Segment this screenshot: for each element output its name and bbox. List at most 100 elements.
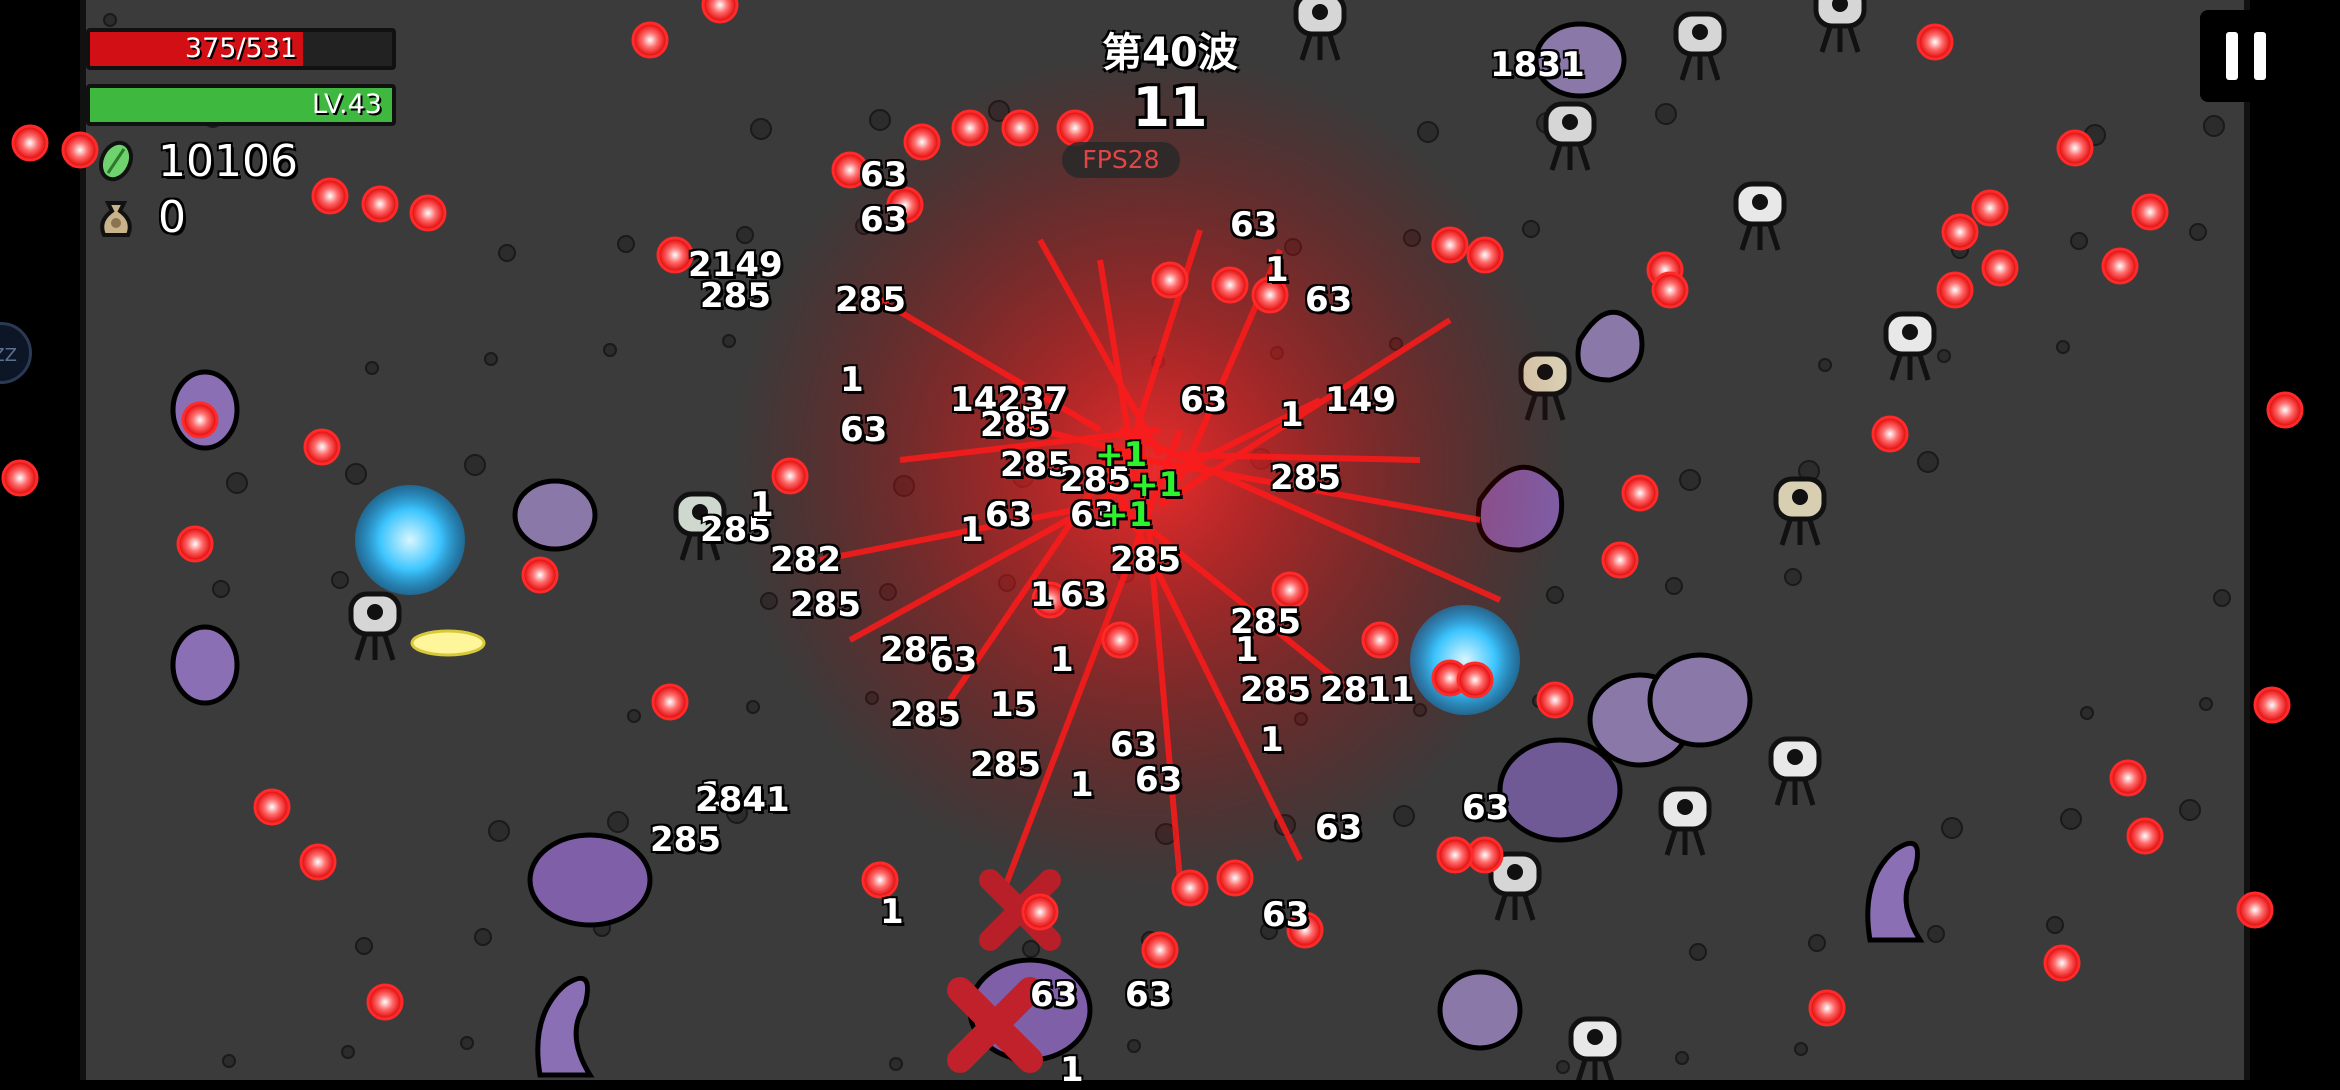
ground-debris-piece (2213, 589, 2231, 607)
damage-number: 1 (750, 485, 774, 525)
robot-walker-enemy (1568, 1016, 1622, 1080)
red-bullet (366, 983, 404, 1021)
red-bullet (1211, 266, 1249, 304)
red-bullet (361, 185, 399, 223)
pause-button[interactable] (2200, 10, 2292, 102)
damage-number: 282 (770, 540, 841, 580)
ground-debris-piece (1927, 925, 1945, 943)
red-bullet (903, 123, 941, 161)
red-bullet (1021, 893, 1059, 931)
damage-number: 15 (990, 685, 1038, 725)
red-bullet (2101, 247, 2139, 285)
robot-walker-enemy (1883, 311, 1937, 381)
red-bullet (1808, 989, 1846, 1027)
ground-debris-piece (460, 1036, 474, 1050)
red-bullet (1981, 249, 2019, 287)
red-bullet (311, 177, 349, 215)
red-bullet (2056, 129, 2094, 167)
red-bullet (1151, 261, 1189, 299)
heal-number: +1 (1100, 495, 1153, 535)
ground-debris-piece (1784, 568, 1802, 586)
purple-tentacle-enemy (1865, 840, 1925, 943)
red-bullet (2266, 391, 2304, 429)
xp-bar: LV.43 (86, 84, 396, 126)
robot-walker-enemy (1773, 476, 1827, 546)
currency-counter: 10106 (94, 136, 298, 187)
hp-bar: 375/531 (86, 28, 396, 70)
ground-debris-piece (1917, 451, 1939, 473)
damage-number: 63 (1125, 975, 1173, 1015)
damage-number: 63 (860, 155, 908, 195)
damage-number: 285 (700, 276, 771, 316)
ground-debris-piece (474, 928, 492, 946)
damage-number: 285 (835, 280, 906, 320)
damage-number: 1 (960, 510, 984, 550)
ground-debris-piece (2080, 706, 2094, 720)
purple-blob-enemy (512, 478, 598, 552)
damage-number: 63 (1262, 895, 1310, 935)
red-bullet (1141, 931, 1179, 969)
purple-blob-enemy (1647, 652, 1753, 748)
damage-number: 1 (1050, 640, 1074, 680)
ground-debris-piece (1127, 1039, 1141, 1053)
purple-blob-enemy (1437, 969, 1523, 1051)
red-bullet (1916, 23, 1954, 61)
red-bullet (1621, 474, 1659, 512)
ground-debris-piece (2056, 340, 2070, 354)
ground-debris-piece (1689, 943, 1707, 961)
ground-debris-piece (222, 1054, 236, 1068)
red-bullet (181, 401, 219, 439)
red-bullet (409, 194, 447, 232)
red-bullet (1001, 109, 1039, 147)
blue-energy-orb (1410, 605, 1520, 715)
damage-number: 1 (880, 892, 904, 932)
red-bullet (1456, 661, 1494, 699)
purple-tentacle-enemy (535, 975, 595, 1078)
ground-debris-piece (2070, 232, 2088, 250)
damage-number: 63 (860, 200, 908, 240)
red-bullet (2126, 817, 2164, 855)
purple-bird-enemy (1575, 309, 1645, 383)
damage-number: 63 (1230, 205, 1278, 245)
robot-walker-enemy (1813, 0, 1867, 53)
red-bullet (521, 556, 559, 594)
damage-number: 1 (840, 360, 864, 400)
red-bullet (253, 788, 291, 826)
pause-icon (2226, 32, 2238, 80)
robot-walker-enemy (1543, 101, 1597, 171)
ground-debris-piece (464, 454, 486, 476)
ground-debris-piece (869, 109, 891, 131)
red-bullet (1936, 271, 1974, 309)
robot-walker-enemy (348, 591, 402, 661)
ground-debris-piece (488, 820, 510, 842)
red-bullet (2109, 759, 2147, 797)
damage-number: 63 (1135, 760, 1183, 800)
ground-debris-piece (1675, 1051, 1689, 1065)
ground-debris-piece (498, 244, 516, 262)
red-bullet (656, 236, 694, 274)
red-bullet (1601, 541, 1639, 579)
damage-number: 285 (1270, 458, 1341, 498)
damage-number: 63 (1060, 575, 1108, 615)
ground-debris-piece (226, 472, 248, 494)
red-bullet (1171, 869, 1209, 907)
damage-number: 285 (790, 585, 861, 625)
red-bullet (11, 124, 49, 162)
money-bag-icon (100, 201, 132, 237)
red-bullet (61, 131, 99, 169)
ground-debris-piece (1556, 1060, 1570, 1074)
damage-number: 63 (1305, 280, 1353, 320)
red-bullet (1536, 681, 1574, 719)
purple-blob-enemy (527, 832, 653, 928)
damage-number: 2811 (1320, 670, 1415, 710)
red-bullet (2236, 891, 2274, 929)
damage-number: 285 (650, 820, 721, 860)
ground-debris-piece (212, 580, 230, 598)
yellow-slash-effect (410, 629, 486, 657)
pause-icon (2254, 32, 2266, 80)
damage-number: 285 (980, 405, 1051, 445)
damage-number: 1 (1030, 575, 1054, 615)
ground-debris-piece (2199, 697, 2213, 711)
ground-debris-piece (889, 1057, 903, 1071)
red-bullet (771, 457, 809, 495)
